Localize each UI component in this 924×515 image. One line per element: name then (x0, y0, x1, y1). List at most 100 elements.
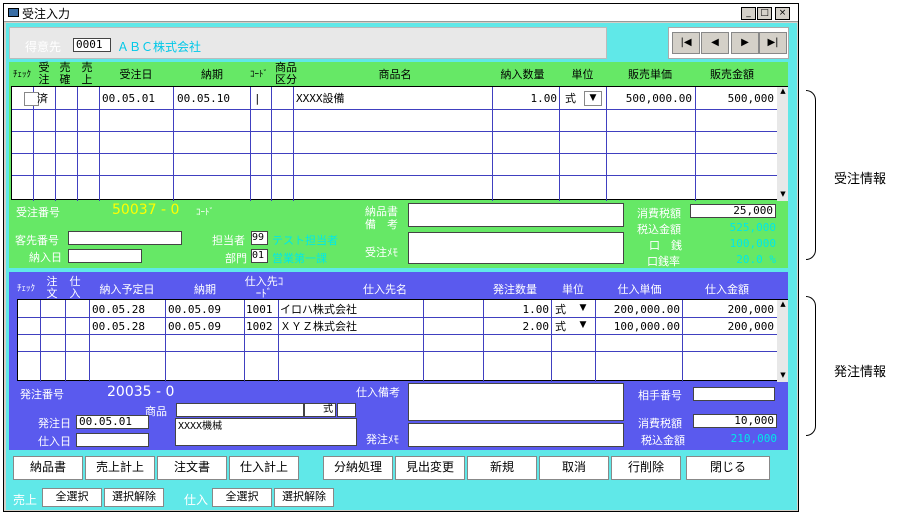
app-icon (8, 8, 19, 17)
product-extra-input[interactable] (337, 403, 356, 417)
remarks-input[interactable] (408, 203, 624, 227)
p2-name[interactable]: ＸＹＺ株式会社 (280, 319, 357, 334)
col-sales-confirmed: 売確 (59, 61, 71, 86)
client-no-input[interactable] (68, 231, 182, 245)
purchase-deselect-button[interactable]: 選択解除 (274, 488, 334, 507)
purchase-remarks-label: 仕入備考 (356, 386, 400, 399)
pcol-supplier-name: 仕入先名 (363, 283, 407, 296)
order-unit-cell[interactable]: 式 (565, 91, 576, 106)
first-record-button[interactable]: |◀ (672, 32, 700, 54)
p1-amount[interactable]: 200,000 (683, 302, 774, 317)
customer-code-input[interactable]: 0001 (73, 38, 111, 52)
order-memo-input[interactable] (408, 232, 624, 264)
order-due-cell[interactable]: 00.05.10 (177, 91, 230, 106)
pscroll-down-icon[interactable]: ▼ (778, 371, 788, 381)
new-button[interactable]: 新規 (467, 456, 537, 480)
col-order-date: 受注日 (119, 68, 153, 81)
sales-post-button[interactable]: 売上計上 (85, 456, 155, 480)
sales-select-all-button[interactable]: 全選択 (42, 488, 102, 507)
scroll-down-icon[interactable]: ▼ (778, 190, 788, 200)
window-title: 受注入力 (22, 7, 71, 21)
purchase-grid[interactable]: 00.05.28 00.05.09 1001 イロハ株式会社 1.00 式 ▼ … (17, 299, 788, 382)
purchase-date-label: 仕入日 (38, 435, 71, 448)
p1-qty[interactable]: 1.00 (483, 302, 550, 317)
col-due: 納期 (201, 68, 223, 81)
staff-code-input[interactable]: 99 (251, 231, 268, 245)
cancel-button[interactable]: 取消 (539, 456, 609, 480)
p2-unit-dropdown-icon[interactable]: ▼ (574, 319, 592, 333)
unit-dropdown-icon[interactable]: ▼ (584, 91, 602, 106)
purchase-info-brace (806, 296, 816, 436)
pscroll-up-icon[interactable]: ▲ (778, 300, 788, 310)
purchase-total: 210,000 (730, 432, 777, 445)
delivery-date-label: 納入日 (29, 251, 62, 264)
order-date-input[interactable]: 00.05.01 (76, 415, 149, 429)
p1-unit-dropdown-icon[interactable]: ▼ (574, 302, 592, 316)
purchase-memo-input[interactable] (408, 423, 624, 447)
close-button[interactable]: × (775, 7, 790, 20)
p2-price[interactable]: 100,000.00 (596, 319, 680, 334)
pcol-unit: 単位 (562, 283, 584, 296)
order-no-label: 受注番号 (16, 206, 60, 219)
p2-unit[interactable]: 式 (555, 319, 566, 334)
p2-qty[interactable]: 2.00 (483, 319, 550, 334)
delivery-date-input[interactable] (68, 249, 142, 263)
order-amount-cell[interactable]: 500,000 (696, 91, 774, 106)
margin-rate-label: 口銭率 (647, 255, 680, 268)
prev-record-button[interactable]: ◀ (701, 32, 729, 54)
pcol-unit-price: 仕入単価 (617, 283, 662, 296)
partner-no-label: 相手番号 (638, 389, 682, 402)
client-no-label: 客先番号 (15, 234, 59, 247)
dept-label: 部門 (225, 252, 247, 265)
p1-name[interactable]: イロハ株式会社 (280, 302, 357, 317)
col-qty: 納入数量 (500, 68, 545, 81)
order-tax-input[interactable]: 25,000 (690, 204, 776, 218)
close-form-button[interactable]: 閉じる (686, 456, 770, 480)
pcol-amount: 仕入金額 (705, 283, 749, 296)
p1-due[interactable]: 00.05.09 (168, 302, 221, 317)
p2-due[interactable]: 00.05.09 (168, 319, 221, 334)
purchase-date-input[interactable] (76, 433, 149, 447)
pcol-supplier-code: 仕入先ｺｰﾄﾞ (244, 275, 284, 300)
pcol-delivery-date: 納入予定日 (99, 283, 155, 296)
delete-row-button[interactable]: 行削除 (611, 456, 681, 480)
next-record-button[interactable]: ▶ (731, 32, 759, 54)
order-code-cell[interactable]: | (254, 91, 261, 106)
product-name-input[interactable]: XXXX機械 (175, 418, 357, 446)
order-grid[interactable]: 済 00.05.01 00.05.10 | XXXX設備 1.00 式 ▼ 50… (11, 86, 788, 201)
product-unit-input[interactable]: 式 (304, 403, 336, 417)
purchase-tax-input[interactable]: 10,000 (693, 414, 777, 428)
col-received: 受注 (38, 61, 50, 86)
p1-unit[interactable]: 式 (555, 302, 566, 317)
order-qty-cell[interactable]: 1.00 (492, 91, 558, 106)
scroll-up-icon[interactable]: ▲ (778, 87, 788, 97)
order-price-cell[interactable]: 500,000.00 (608, 91, 692, 106)
p1-code[interactable]: 1001 (246, 302, 273, 317)
delivery-note-button[interactable]: 納品書 (13, 456, 83, 480)
purchase-no-label: 発注番号 (20, 388, 64, 401)
purchase-remarks-input[interactable] (408, 383, 624, 421)
split-delivery-button[interactable]: 分納処理 (323, 456, 393, 480)
customer-label: 得意先 (25, 40, 62, 54)
header-change-button[interactable]: 見出変更 (395, 456, 465, 480)
col-product-name: 商品名 (378, 68, 412, 81)
sales-deselect-button[interactable]: 選択解除 (104, 488, 164, 507)
partner-no-input[interactable] (693, 387, 775, 401)
dept-code-input[interactable]: 01 (251, 249, 268, 263)
p2-amount[interactable]: 200,000 (683, 319, 774, 334)
purchase-no: 20035 - 0 (107, 384, 175, 400)
order-product-cell[interactable]: XXXX設備 (296, 91, 345, 106)
p1-price[interactable]: 200,000.00 (596, 302, 680, 317)
product-input[interactable] (176, 403, 304, 417)
p2-code[interactable]: 1002 (246, 319, 273, 334)
p1-date[interactable]: 00.05.28 (92, 302, 145, 317)
order-date-cell[interactable]: 00.05.01 (102, 91, 155, 106)
purchase-select-all-button[interactable]: 全選択 (212, 488, 272, 507)
sales-select-label: 売上 (13, 493, 38, 507)
minimize-button[interactable]: _ (741, 7, 756, 20)
purchase-order-button[interactable]: 注文書 (157, 456, 227, 480)
last-record-button[interactable]: ▶| (759, 32, 787, 54)
p2-date[interactable]: 00.05.28 (92, 319, 145, 334)
maximize-button[interactable]: □ (757, 7, 772, 20)
purchase-post-button[interactable]: 仕入計上 (229, 456, 299, 480)
